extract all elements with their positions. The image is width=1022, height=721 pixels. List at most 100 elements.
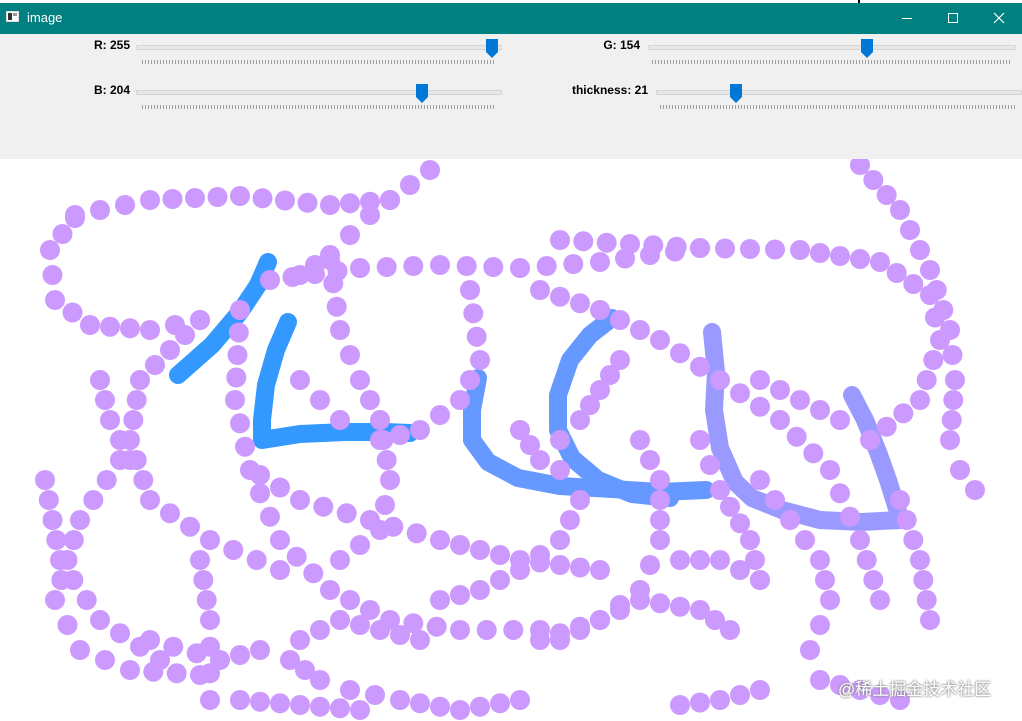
brush-dot [420,160,440,180]
brush-dot [133,470,154,490]
brush-dot [590,252,610,272]
brush-dot [923,350,944,370]
brush-dot [630,430,650,450]
brush-dot [530,280,550,300]
brush-dot [886,263,907,283]
brush-dot [570,293,590,314]
brush-dot [490,693,510,714]
brush-dot [490,545,510,565]
brush-dot [650,470,670,490]
brush-dot [390,690,410,710]
brush-dot [166,663,187,684]
brush-dot [210,650,230,670]
brush-dot [365,685,385,705]
brush-dot [750,570,770,590]
brush-dot [190,310,210,330]
brush-dot [430,590,450,610]
brush-dot [76,590,97,610]
brush-dot [145,355,165,375]
trackbar-b-track[interactable] [136,90,502,95]
drawing-canvas[interactable] [0,159,1022,721]
brush-dot [503,620,524,640]
trackbar-thickness-thumb[interactable] [730,84,742,103]
brush-dot [610,310,630,330]
brush-dot [790,390,810,410]
brush-dot [790,240,810,260]
brush-dot [46,530,67,550]
brush-dot [730,383,750,404]
brush-dot [450,585,470,605]
brush-dot [290,630,310,650]
brush-dot [740,530,760,550]
brush-dot [596,232,617,253]
brush-dot [630,590,650,610]
brush-dot [230,645,250,665]
trackbar-r-thumb[interactable] [486,39,498,58]
close-icon[interactable] [976,4,1022,32]
trackbar-thickness-label: thickness: 21 [571,83,648,97]
brush-dot [942,345,963,365]
brush-dot [643,235,664,256]
minimize-icon[interactable] [884,4,930,32]
brush-dot [530,545,550,565]
brush-dot [910,240,930,260]
brush-dot [340,590,360,610]
brush-dot [52,224,73,244]
brush-dot [360,510,380,530]
brush-dot [530,630,550,650]
brush-dot [225,390,245,410]
border-notch [858,0,860,3]
brush-dot [310,390,330,410]
window-titlebar[interactable]: image [0,0,1022,34]
brush-dot [370,620,390,640]
brush-dot [916,590,937,610]
brush-dot [305,264,325,284]
brush-dot [340,345,360,365]
brush-dot [193,570,214,590]
trackbar-thickness-track[interactable] [656,90,1022,95]
brush-dot [120,660,140,680]
brush-dot [941,410,962,430]
brush-dot [650,330,670,350]
brush-dot [350,370,370,390]
brush-dot [770,380,790,400]
maximize-icon[interactable] [930,4,976,32]
brush-dot [860,430,880,450]
brush-dot [670,596,690,617]
brush-dot [650,593,670,614]
brush-dot [430,405,450,425]
brush-dot [410,420,430,440]
brush-dot [123,410,144,430]
brush-dot [640,450,660,470]
brush-dot [50,550,70,570]
brush-dot [406,523,427,544]
brush-dot [900,220,920,240]
brush-dot [383,516,404,537]
trackbar-b-thumb[interactable] [416,84,428,103]
brush-dot [670,550,690,570]
brush-dot [810,615,830,635]
brush-dot [765,239,785,260]
brush-dot [207,187,228,207]
brush-dot [100,410,120,430]
brush-dot [690,550,710,570]
brush-dot [160,340,180,360]
brush-dot [310,670,330,690]
stroke-blue-6 [843,386,907,521]
brush-dot [227,345,248,365]
brush-dot [840,506,860,527]
trackbar-g-track[interactable] [648,45,1016,50]
trackbar-r-track[interactable] [136,45,502,50]
brush-dot [450,535,470,555]
trackbar-g-thumb[interactable] [861,39,873,58]
brush-dot [186,643,207,664]
brush-dot [650,490,670,510]
trackbar-b-label: B: 204 [93,83,130,97]
brush-dot [650,530,670,550]
brush-dot [550,460,570,480]
brush-dot [130,370,150,390]
brush-dot [650,510,670,530]
brush-dot [830,246,850,266]
brush-dot [573,231,594,252]
brush-dot [710,370,730,390]
